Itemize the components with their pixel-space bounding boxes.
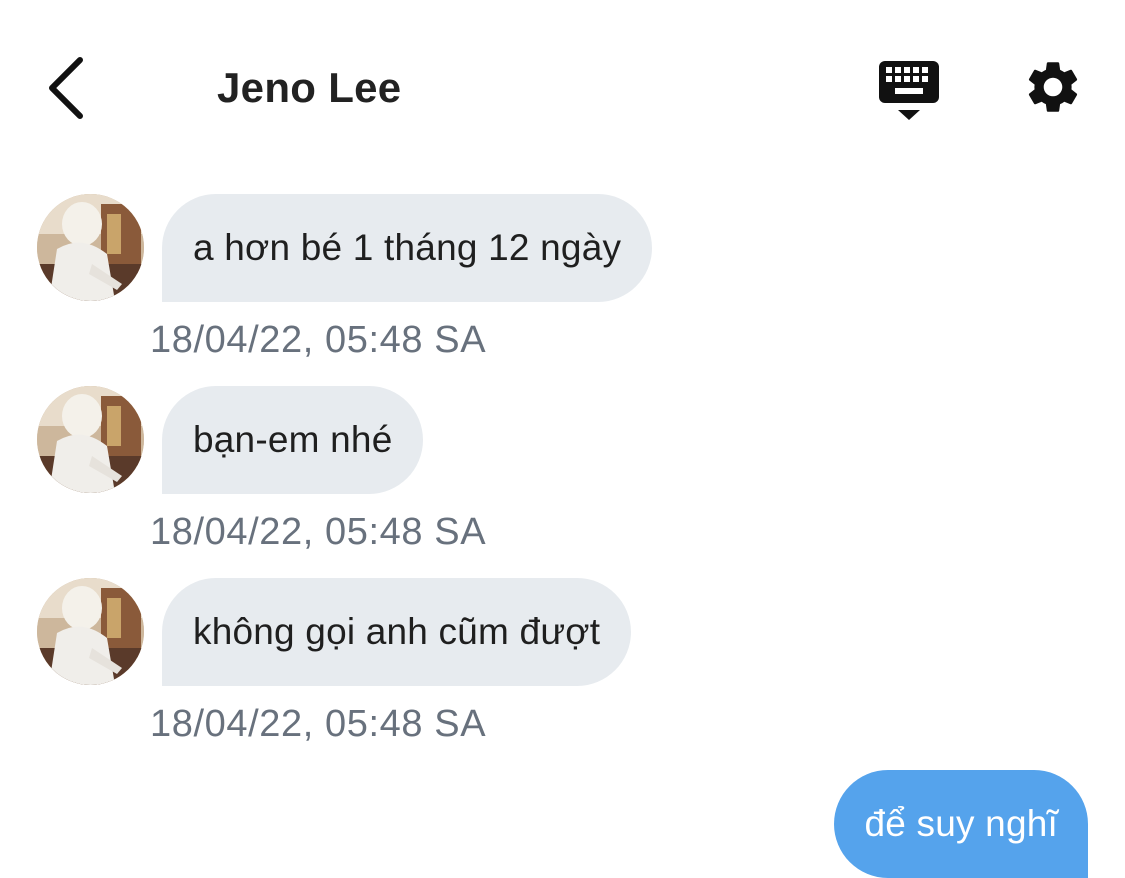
avatar[interactable] — [37, 194, 144, 301]
message-timestamp: 18/04/22, 05:48 SA — [150, 511, 487, 553]
message-bubble[interactable]: bạn-em nhé — [162, 386, 424, 494]
message-timestamp: 18/04/22, 05:48 SA — [150, 319, 487, 361]
message-bubble-outgoing[interactable]: để suy nghĩ — [834, 770, 1088, 878]
avatar-photo — [37, 386, 144, 493]
message-thread[interactable]: a hơn bé 1 tháng 12 ngày 18/04/22, 05:48… — [0, 0, 1125, 878]
message-bubble[interactable]: a hơn bé 1 tháng 12 ngày — [162, 194, 653, 302]
message-timestamp: 18/04/22, 05:48 SA — [150, 703, 487, 745]
avatar[interactable] — [37, 578, 144, 685]
avatar-photo — [37, 578, 144, 685]
message-bubble[interactable]: không gọi anh cũm đượt — [162, 578, 632, 686]
avatar-photo — [37, 194, 144, 301]
avatar[interactable] — [37, 386, 144, 493]
